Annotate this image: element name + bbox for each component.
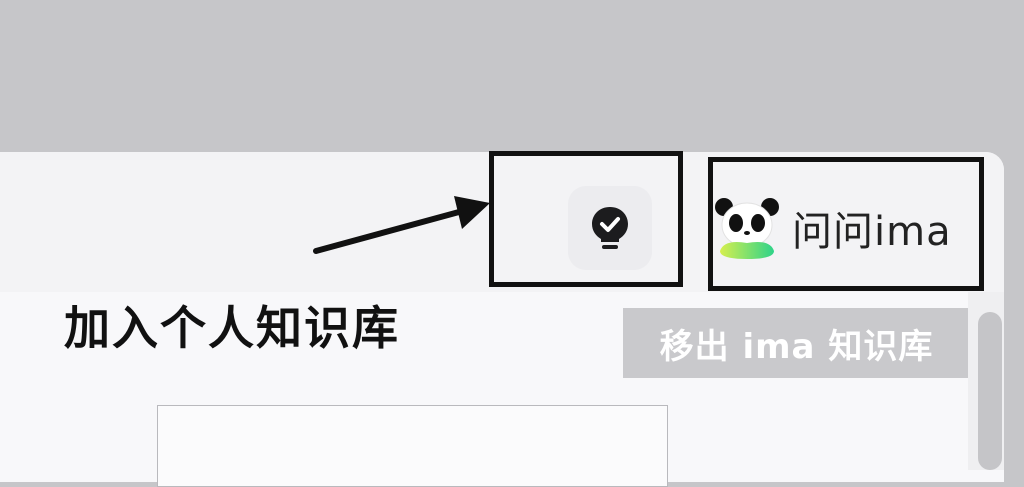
- remove-from-knowledge-base-tooltip: 移出 ima 知识库: [623, 308, 970, 378]
- content-box: [157, 405, 668, 487]
- scrollbar-thumb[interactable]: [978, 312, 1002, 470]
- annotation-text: 加入个人知识库: [64, 301, 400, 355]
- annotation-arrow: [313, 196, 490, 254]
